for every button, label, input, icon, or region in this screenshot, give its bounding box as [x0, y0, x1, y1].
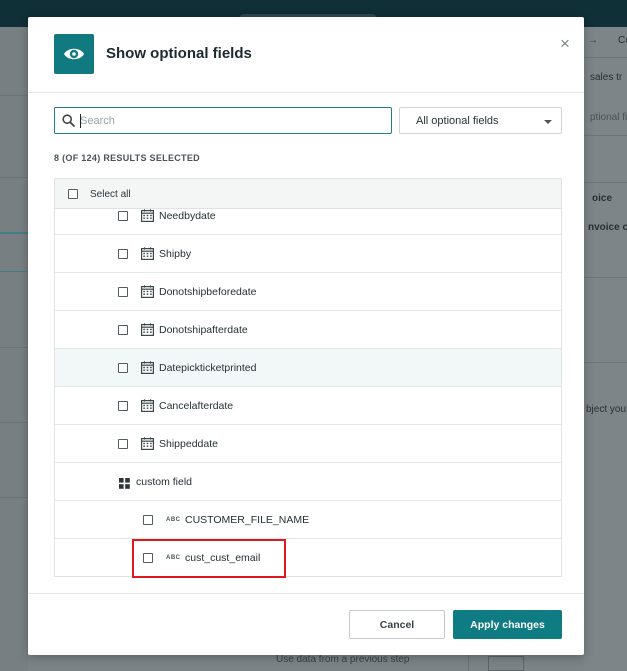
field-checkbox[interactable]: [118, 211, 128, 221]
field-label: Shipby: [159, 248, 192, 260]
field-label: Needbydate: [159, 210, 216, 222]
group-label: custom field: [136, 476, 193, 488]
search-input[interactable]: [80, 110, 385, 131]
background-box: [488, 656, 524, 671]
field-row[interactable]: Cancelafterdate: [55, 387, 561, 425]
background-selected-item: [0, 232, 28, 272]
field-checkbox[interactable]: [118, 325, 128, 335]
field-row[interactable]: Donotshipbeforedate: [55, 273, 561, 311]
background-text: Co: [618, 35, 627, 46]
results-count: 8 (OF 124) RESULTS SELECTED: [54, 153, 200, 163]
calendar-icon: [141, 247, 155, 265]
background-text: nvoice c: [588, 222, 627, 233]
group-row[interactable]: custom field: [55, 463, 561, 501]
calendar-icon: [141, 399, 155, 417]
field-checkbox[interactable]: [143, 515, 153, 525]
field-checkbox[interactable]: [118, 439, 128, 449]
field-list: Select all Needbydate Shipby Donotshipbefo…: [54, 178, 562, 577]
background-arrow: →: [588, 35, 598, 46]
optional-fields-modal: Show optional fields × All optional fiel…: [28, 17, 584, 655]
field-filter-select[interactable]: All optional fields: [399, 107, 562, 134]
field-checkbox[interactable]: [118, 363, 128, 373]
chevron-down-icon: [544, 120, 552, 124]
field-checkbox[interactable]: [118, 401, 128, 411]
field-label: Donotshipbeforedate: [159, 286, 257, 298]
background-left-panel: [0, 27, 28, 671]
calendar-icon: [141, 361, 155, 379]
field-checkbox[interactable]: [118, 287, 128, 297]
footer-divider: [28, 593, 584, 594]
eye-icon: [54, 34, 94, 74]
field-row[interactable]: Shippeddate: [55, 425, 561, 463]
calendar-icon: [141, 323, 155, 341]
text-type-icon: ABC: [166, 555, 181, 561]
background-right-panel: → Co sales tr ptional fiel oice nvoice c…: [584, 27, 627, 671]
field-label: Donotshipafterdate: [159, 324, 248, 336]
field-label: Cancelafterdate: [159, 400, 234, 412]
field-row[interactable]: ABC CUSTOMER_FILE_NAME: [55, 501, 561, 539]
background-text: sales tr: [590, 72, 623, 83]
search-field[interactable]: [54, 107, 392, 134]
modal-header: Show optional fields ×: [28, 17, 584, 92]
field-label: Shippeddate: [159, 438, 218, 450]
field-row[interactable]: Donotshipafterdate: [55, 311, 561, 349]
field-row[interactable]: Needbydate: [55, 197, 561, 235]
header-divider: [28, 92, 584, 93]
text-type-icon: ABC: [166, 517, 181, 523]
background-text: oice: [592, 193, 613, 204]
background-text: bject you: [586, 404, 627, 415]
field-filter-value: All optional fields: [416, 115, 499, 127]
field-row[interactable]: Datepickticketprinted: [55, 349, 561, 387]
search-icon: [62, 114, 75, 127]
apply-changes-button[interactable]: Apply changes: [453, 610, 562, 639]
calendar-icon: [141, 437, 155, 455]
text-cursor: [80, 114, 81, 128]
modal-title: Show optional fields: [106, 45, 252, 62]
field-checkbox[interactable]: [143, 553, 153, 563]
background-text: ptional fiel: [590, 112, 627, 123]
cancel-button[interactable]: Cancel: [349, 610, 445, 639]
field-label: cust_cust_email: [185, 552, 261, 564]
calendar-icon: [141, 209, 155, 227]
calendar-icon: [141, 285, 155, 303]
close-icon[interactable]: ×: [556, 35, 574, 53]
grid-icon: [119, 476, 130, 494]
field-label: Datepickticketprinted: [159, 362, 257, 374]
field-row[interactable]: ABC cust_cust_email: [55, 539, 561, 576]
field-row[interactable]: Shipby: [55, 235, 561, 273]
field-label: CUSTOMER_FILE_NAME: [185, 514, 310, 526]
background-bottom-text: Use data from a previous step: [276, 654, 410, 665]
field-checkbox[interactable]: [118, 249, 128, 259]
